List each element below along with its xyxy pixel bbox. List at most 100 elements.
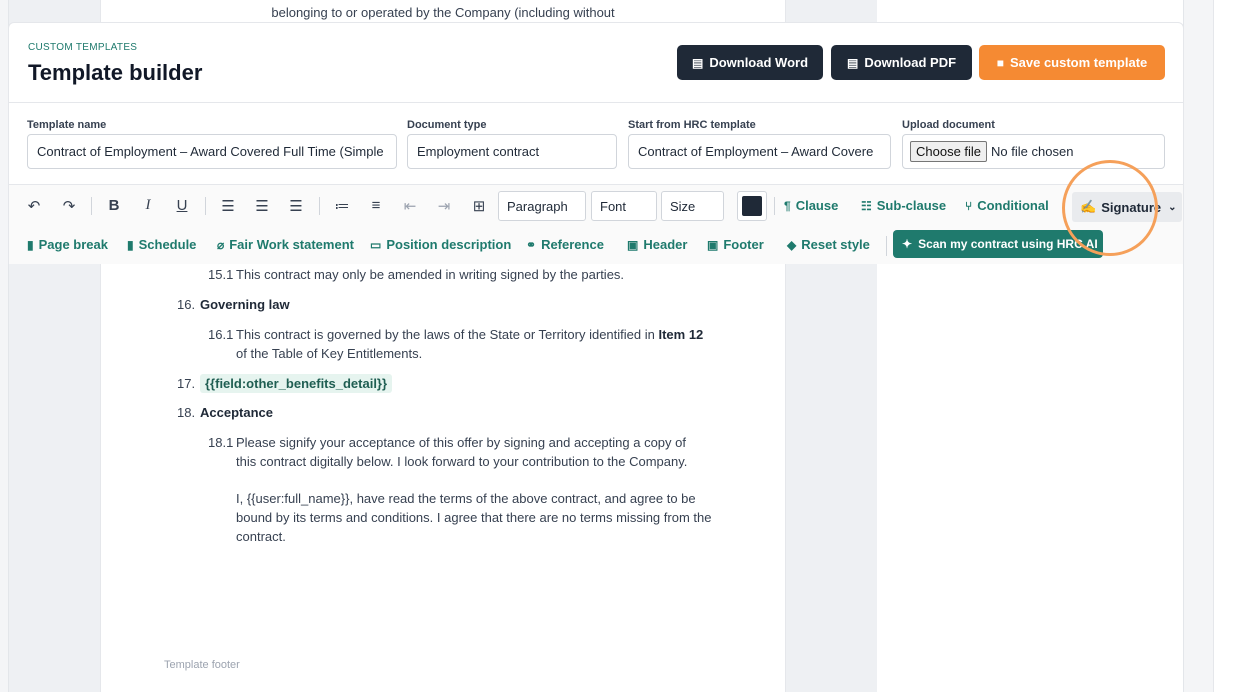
clause-label: Clause [795,198,839,213]
toolbar-row-formatting: ↶ ↷ B I U ☰ ☰ ☰ ≔ ≡ ⇤ ⇥ ⊞ Paragraph Font… [9,185,1183,227]
reset-style-label: Reset style [801,237,870,252]
clause-text: This contract is governed by the laws of… [236,327,704,342]
sub-clause-label: Sub-clause [876,198,947,213]
fair-work-button[interactable]: ⌀ Fair Work statement [217,237,354,252]
align-center-icon[interactable]: ☰ [253,197,271,215]
clause-text: I, {{user:full_name}}, have read the ter… [236,491,696,506]
toolbar-divider [319,197,320,215]
position-description-label: Position description [386,237,512,252]
reference-label: Reference [541,237,604,252]
bold-icon[interactable]: B [105,197,123,214]
italic-icon[interactable]: I [139,197,157,214]
footer-button[interactable]: ▣ Footer [707,237,764,252]
template-builder-card: CUSTOM TEMPLATES Template builder ▤ Down… [8,22,1184,264]
clause-text: This contract may only be amended in wri… [236,267,625,282]
id-card-icon: ▭ [370,237,382,252]
page-title: Template builder [28,60,203,85]
download-pdf-label: Download PDF [864,55,957,70]
reference-button[interactable]: ⚭ Reference [526,237,604,252]
numbered-list-icon[interactable]: ≡ [367,197,385,214]
document-type-field: Document type Employment contract [407,119,617,169]
template-name-field: Template name Contract of Employment – A… [27,119,397,169]
document-background-text: belonging to or operated by the Company … [271,5,615,20]
clause-number: 16.1 [208,327,234,342]
download-word-label: Download Word [709,55,809,70]
align-left-icon[interactable]: ☰ [219,197,237,215]
clause-text: bound by its terms and conditions. I agr… [236,510,712,525]
conditional-button[interactable]: ⑂ Conditional [965,198,1049,213]
page-icon: ▮ [27,237,34,252]
clause-heading: Acceptance [200,405,273,420]
align-right-icon[interactable]: ☰ [287,197,305,215]
upload-document-input[interactable]: Choose file No file chosen [902,134,1165,169]
merge-field-tag[interactable]: {{field:other_benefits_detail}} [200,374,393,393]
document-body[interactable]: 15.1 This contract may only be amended i… [100,264,786,692]
template-name-label: Template name [27,119,107,131]
save-icon: ■ [996,55,1004,70]
start-from-field: Start from HRC template Contract of Empl… [628,119,891,169]
signature-icon: ✍ [1080,199,1097,214]
clause-text: Please signify your acceptance of this o… [236,435,686,450]
signature-dropdown[interactable]: ✍ Signature ⌄ [1072,192,1182,222]
text-color-picker[interactable] [737,191,767,221]
size-select[interactable]: Size [661,191,724,221]
document-type-input[interactable]: Employment contract [407,134,617,169]
toolbar-divider [205,197,206,215]
choose-file-button[interactable]: Choose file [910,141,988,162]
branch-icon: ⑂ [965,198,973,213]
image-icon: ▣ [627,237,639,252]
clause-text: contract. [236,529,286,544]
outdent-icon[interactable]: ⇤ [401,197,419,215]
image-icon: ▣ [707,237,719,252]
clause-number: 17. [177,376,196,391]
clause-number: 18.1 [208,435,234,450]
clause-button[interactable]: ¶ Clause [784,198,838,213]
toolbar-divider [774,197,775,215]
position-description-button[interactable]: ▭ Position description [370,237,511,252]
scrollbar-track[interactable] [1213,0,1239,692]
clause-text: of the Table of Key Entitlements. [236,346,423,361]
bullet-list-icon[interactable]: ≔ [333,197,351,215]
paragraph-select[interactable]: Paragraph [498,191,586,221]
builder-header: CUSTOM TEMPLATES Template builder ▤ Down… [9,23,1183,103]
start-from-select[interactable]: Contract of Employment – Award Covere [628,134,891,169]
conditional-label: Conditional [977,198,1049,213]
schedule-button[interactable]: ▮ Schedule [127,237,196,252]
table-icon[interactable]: ⊞ [470,197,488,215]
pdf-file-icon: ▤ [846,55,859,70]
save-template-button[interactable]: ■ Save custom template [979,45,1165,80]
page-break-label: Page break [38,237,108,252]
download-word-button[interactable]: ▤ Download Word [677,45,823,80]
sub-clause-button[interactable]: ☷ Sub-clause [861,198,946,213]
header-button[interactable]: ▣ Header [627,237,687,252]
list-indent-icon: ☷ [861,198,872,213]
indent-icon[interactable]: ⇥ [435,197,453,215]
scan-contract-label: Scan my contract using HRC AI [918,237,1098,251]
fair-work-label: Fair Work statement [229,237,354,252]
scan-contract-button[interactable]: ✦ Scan my contract using HRC AI [893,230,1103,258]
template-name-input[interactable]: Contract of Employment – Award Covered F… [27,134,397,169]
footer-label: Footer [723,237,764,252]
start-from-label: Start from HRC template [628,119,756,131]
upload-document-field: Upload document Choose file No file chos… [902,119,1165,169]
page-break-button[interactable]: ▮ Page break [27,237,108,252]
header-label: Header [643,237,688,252]
eraser-icon: ◆ [787,237,797,252]
section-eyebrow: CUSTOM TEMPLATES [28,42,138,53]
paperclip-icon: ⌀ [217,237,225,252]
undo-icon[interactable]: ↶ [25,197,43,215]
word-file-icon: ▤ [691,55,704,70]
save-template-label: Save custom template [1009,55,1148,70]
redo-icon[interactable]: ↷ [60,197,78,215]
download-pdf-button[interactable]: ▤ Download PDF [831,45,972,80]
toolbar-divider [886,236,887,256]
clause-text: this contract digitally below. I look fo… [236,454,688,469]
font-select[interactable]: Font [591,191,657,221]
underline-icon[interactable]: U [173,197,191,214]
link-icon: ⚭ [526,237,537,252]
editor-toolbar: ↶ ↷ B I U ☰ ☰ ☰ ≔ ≡ ⇤ ⇥ ⊞ Paragraph Font… [9,184,1183,264]
text-color-swatch [742,196,762,216]
no-file-text: No file chosen [991,144,1074,159]
reset-style-button[interactable]: ◆ Reset style [787,237,870,252]
magic-wand-icon: ✦ [902,237,913,251]
